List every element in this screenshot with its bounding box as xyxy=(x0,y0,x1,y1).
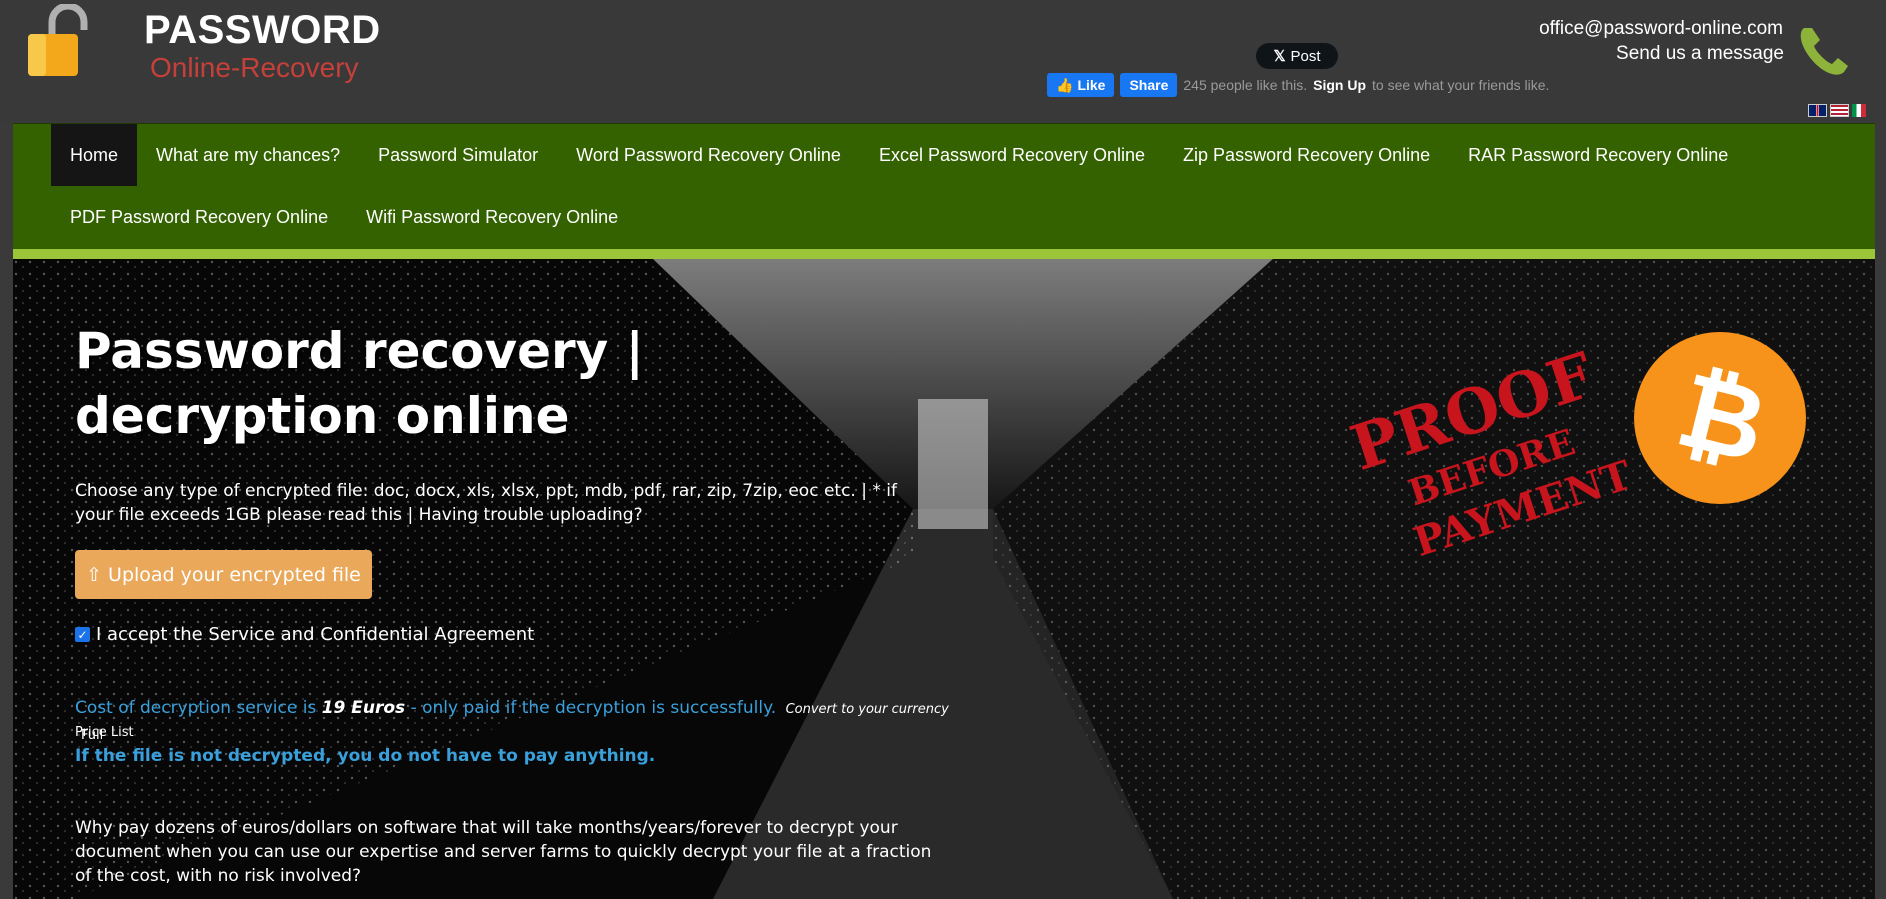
nav-item-chances[interactable]: What are my chances? xyxy=(137,124,359,186)
italy-flag-icon[interactable] xyxy=(1852,104,1866,117)
language-flags xyxy=(1808,104,1866,117)
separator: | xyxy=(402,505,419,525)
contact-email-link[interactable]: office@password-online.com xyxy=(1539,18,1783,40)
upload-file-button[interactable]: ⇧ Upload your encrypted file xyxy=(75,550,372,599)
upload-trouble-link[interactable]: Having trouble uploading? xyxy=(419,505,643,525)
price-list-link[interactable]: Price List xyxy=(75,725,134,740)
nav-row-1: Home What are my chances? Password Simul… xyxy=(51,124,1747,186)
cost-line: Cost of decryption service is 19 Euros -… xyxy=(75,696,975,748)
us-flag-icon[interactable] xyxy=(1830,104,1849,117)
hero-section: Password recovery | decryption online Ch… xyxy=(13,259,1875,899)
main-navigation: Home What are my chances? Password Simul… xyxy=(13,123,1875,259)
hero-title: Password recovery | decryption online xyxy=(75,322,644,445)
nav-item-home[interactable]: Home xyxy=(51,124,138,186)
thumbs-up-icon: 👍 xyxy=(1056,76,1074,93)
proof-before-payment-stamp: PROOF BEFORE PAYMENT xyxy=(1343,339,1638,566)
nav-item-word[interactable]: Word Password Recovery Online xyxy=(557,124,860,186)
phone-icon[interactable] xyxy=(1794,20,1856,82)
agreement-label[interactable]: I accept the Service and Confidential Ag… xyxy=(96,624,534,645)
file-types-text: Choose any type of encrypted file: doc, … xyxy=(75,481,856,501)
nav-row-2: PDF Password Recovery Online Wifi Passwo… xyxy=(51,186,637,248)
send-message-link[interactable]: Send us a message xyxy=(1616,43,1784,65)
fb-like-label: Like xyxy=(1077,77,1106,93)
separator: | xyxy=(855,481,873,501)
fb-share-label: Share xyxy=(1129,77,1169,93)
uk-flag-icon[interactable] xyxy=(1808,104,1827,117)
nav-item-pdf[interactable]: PDF Password Recovery Online xyxy=(51,186,347,248)
cost-prefix: Cost of decryption service is xyxy=(75,698,317,718)
upload-label: Upload your encrypted file xyxy=(108,563,361,586)
nav-item-rar[interactable]: RAR Password Recovery Online xyxy=(1449,124,1747,186)
nav-item-wifi[interactable]: Wifi Password Recovery Online xyxy=(347,186,637,248)
logo-title[interactable]: PASSWORD xyxy=(144,8,381,53)
convert-currency-link[interactable]: Convert to your currency xyxy=(786,702,949,717)
price-value: 19 Euros xyxy=(321,698,406,718)
why-paragraph: Why pay dozens of euros/dollars on softw… xyxy=(75,818,932,886)
upload-arrow-icon: ⇧ xyxy=(86,563,103,586)
fb-share-button[interactable]: Share xyxy=(1120,73,1178,97)
agreement-row: ✓ I accept the Service and Confidential … xyxy=(75,624,534,645)
agreement-checkbox[interactable]: ✓ xyxy=(75,627,90,642)
fb-like-button[interactable]: 👍 Like xyxy=(1047,73,1115,97)
hero-description: Choose any type of encrypted file: doc, … xyxy=(75,479,915,527)
site-header: PASSWORD Online-Recovery 𝕏 Post 👍 Like S… xyxy=(0,0,1886,122)
nav-item-zip[interactable]: Zip Password Recovery Online xyxy=(1164,124,1449,186)
bitcoin-icon: ₿ xyxy=(1634,332,1806,504)
fb-tail-text: to see what your friends like. xyxy=(1372,77,1550,93)
x-post-label: Post xyxy=(1290,47,1321,65)
nav-item-excel[interactable]: Excel Password Recovery Online xyxy=(860,124,1164,186)
cost-suffix: - only paid if the decryption is success… xyxy=(410,698,777,718)
padlock-icon[interactable] xyxy=(24,4,104,78)
nav-item-simulator[interactable]: Password Simulator xyxy=(359,124,557,186)
x-post-button[interactable]: 𝕏 Post xyxy=(1256,43,1338,69)
logo-subtitle[interactable]: Online-Recovery xyxy=(150,52,359,84)
facebook-widget: 👍 Like Share 245 people like this. Sign … xyxy=(1047,73,1549,97)
x-logo-icon: 𝕏 xyxy=(1273,48,1286,65)
fb-signup-link[interactable]: Sign Up xyxy=(1313,77,1366,93)
fb-count-text: 245 people like this. xyxy=(1183,77,1308,93)
no-pay-guarantee: If the file is not decrypted, you do not… xyxy=(75,746,656,766)
